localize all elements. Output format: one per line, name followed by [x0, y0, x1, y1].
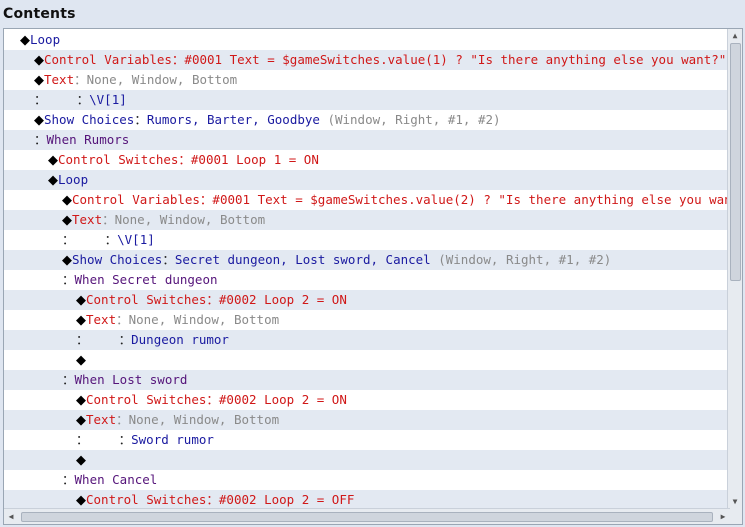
command-diamond-icon: ◆ [62, 213, 72, 228]
command-text: ： [88, 432, 132, 447]
command-text: ： [134, 112, 147, 127]
command-diamond-icon: ◆ [76, 353, 86, 368]
command-text: (Window, Right, #1, #2) [319, 112, 501, 127]
vertical-scrollbar[interactable]: ▲ ▼ [727, 29, 742, 509]
command-text: Text [72, 212, 103, 227]
command-text: ： [76, 432, 89, 447]
command-diamond-icon: ◆ [76, 453, 86, 468]
command-text: Control Variables：#0001 Text = $gameSwit… [44, 52, 730, 67]
command-text: ：None, Window, Bottom [116, 412, 280, 427]
command-diamond-icon: ◆ [76, 313, 86, 328]
command-text: \V[1] [117, 232, 155, 247]
command-text: ： [46, 92, 90, 107]
command-text: Text [44, 72, 75, 87]
event-contents-list[interactable]: ◆Loop ◆Control Variables：#0001 Text = $ga… [3, 28, 743, 525]
command-row[interactable]: ◆ [4, 450, 730, 470]
command-text: Control Switches：#0002 Loop 2 = ON [86, 392, 347, 407]
command-text: When Rumors [46, 132, 130, 147]
command-text: Text [86, 312, 117, 327]
command-text: Control Switches：#0001 Loop 1 = ON [58, 152, 319, 167]
command-text: ： [62, 372, 75, 387]
command-row[interactable]: ◆Loop [4, 170, 730, 190]
command-text: Control Switches：#0002 Loop 2 = ON [86, 292, 347, 307]
command-text: Show Choices [44, 112, 135, 127]
scrollbar-corner [728, 509, 742, 524]
command-row[interactable]: ：When Cancel [4, 470, 730, 490]
command-text: ： [62, 472, 75, 487]
command-diamond-icon: ◆ [76, 393, 86, 408]
command-row[interactable]: ◆Control Switches：#0002 Loop 2 = OFF [4, 490, 730, 509]
command-rows[interactable]: ◆Loop ◆Control Variables：#0001 Text = $ga… [4, 29, 730, 509]
command-text: When Secret dungeon [74, 272, 218, 287]
command-row[interactable]: ◆Text：None, Window, Bottom [4, 410, 730, 430]
command-row[interactable]: ◆Loop [4, 30, 730, 50]
command-text: ： [34, 132, 47, 147]
panel-title: Contents [3, 6, 76, 22]
command-row[interactable]: ◆Show Choices：Rumors, Barter, Goodbye (W… [4, 110, 730, 130]
command-row[interactable]: ◆Show Choices：Secret dungeon, Lost sword… [4, 250, 730, 270]
command-row[interactable]: ：When Rumors [4, 130, 730, 150]
scroll-up-arrow-icon[interactable]: ▲ [728, 29, 742, 43]
command-row[interactable]: ◆Control Switches：#0002 Loop 2 = ON [4, 390, 730, 410]
contents-header: Contents [0, 0, 745, 28]
command-text: ： [88, 332, 132, 347]
vertical-scroll-thumb[interactable] [730, 43, 741, 281]
horizontal-scroll-thumb[interactable] [21, 512, 713, 522]
command-text: ： [162, 252, 175, 267]
command-row[interactable]: ◆Text：None, Window, Bottom [4, 70, 730, 90]
command-text: (Window, Right, #1, #2) [430, 252, 612, 267]
command-text: \V[1] [89, 92, 127, 107]
command-diamond-icon: ◆ [34, 73, 44, 88]
command-row[interactable]: ◆Control Switches：#0002 Loop 2 = ON [4, 290, 730, 310]
command-row[interactable]: ◆Control Switches：#0001 Loop 1 = ON [4, 150, 730, 170]
command-text: Control Variables：#0001 Text = $gameSwit… [72, 192, 730, 207]
command-text: When Lost sword [74, 372, 188, 387]
command-text: ： [34, 92, 47, 107]
command-text: Loop [58, 172, 89, 187]
command-diamond-icon: ◆ [20, 33, 30, 48]
command-row[interactable]: ◆Control Variables：#0001 Text = $gameSwi… [4, 190, 730, 210]
command-text: Text [86, 412, 117, 427]
command-text: ： [62, 272, 75, 287]
scroll-down-arrow-icon[interactable]: ▼ [728, 495, 742, 509]
command-text: Rumors, Barter, Goodbye [146, 112, 320, 127]
command-row[interactable]: ◆Text：None, Window, Bottom [4, 210, 730, 230]
command-diamond-icon: ◆ [48, 173, 58, 188]
command-text: ： [62, 232, 75, 247]
command-row[interactable]: ： ：Sword rumor [4, 430, 730, 450]
command-diamond-icon: ◆ [76, 293, 86, 308]
command-text: ：None, Window, Bottom [102, 212, 266, 227]
command-row[interactable]: ： ：\V[1] [4, 90, 730, 110]
command-row[interactable]: ： ：Dungeon rumor [4, 330, 730, 350]
scroll-left-arrow-icon[interactable]: ◀ [4, 509, 18, 524]
command-text: Loop [30, 32, 61, 47]
command-row[interactable]: ◆Text：None, Window, Bottom [4, 310, 730, 330]
horizontal-scrollbar[interactable]: ◀ ▶ [4, 508, 730, 524]
command-diamond-icon: ◆ [76, 493, 86, 508]
command-diamond-icon: ◆ [34, 53, 44, 68]
command-text: Secret dungeon, Lost sword, Cancel [174, 252, 431, 267]
command-text: Control Switches：#0002 Loop 2 = OFF [86, 492, 355, 507]
command-text: ： [74, 232, 118, 247]
command-diamond-icon: ◆ [62, 253, 72, 268]
command-row[interactable]: ：When Lost sword [4, 370, 730, 390]
command-text: ：None, Window, Bottom [74, 72, 238, 87]
command-text: ：None, Window, Bottom [116, 312, 280, 327]
command-diamond-icon: ◆ [34, 113, 44, 128]
command-diamond-icon: ◆ [76, 413, 86, 428]
command-text: When Cancel [74, 472, 158, 487]
command-diamond-icon: ◆ [62, 193, 72, 208]
command-text: Dungeon rumor [131, 332, 229, 347]
command-text: ： [76, 332, 89, 347]
command-diamond-icon: ◆ [48, 153, 58, 168]
command-text: Sword rumor [131, 432, 214, 447]
command-row[interactable]: ◆Control Variables：#0001 Text = $gameSwi… [4, 50, 730, 70]
command-row[interactable]: ◆ [4, 350, 730, 370]
command-text: Show Choices [72, 252, 163, 267]
command-row[interactable]: ： ：\V[1] [4, 230, 730, 250]
command-row[interactable]: ：When Secret dungeon [4, 270, 730, 290]
